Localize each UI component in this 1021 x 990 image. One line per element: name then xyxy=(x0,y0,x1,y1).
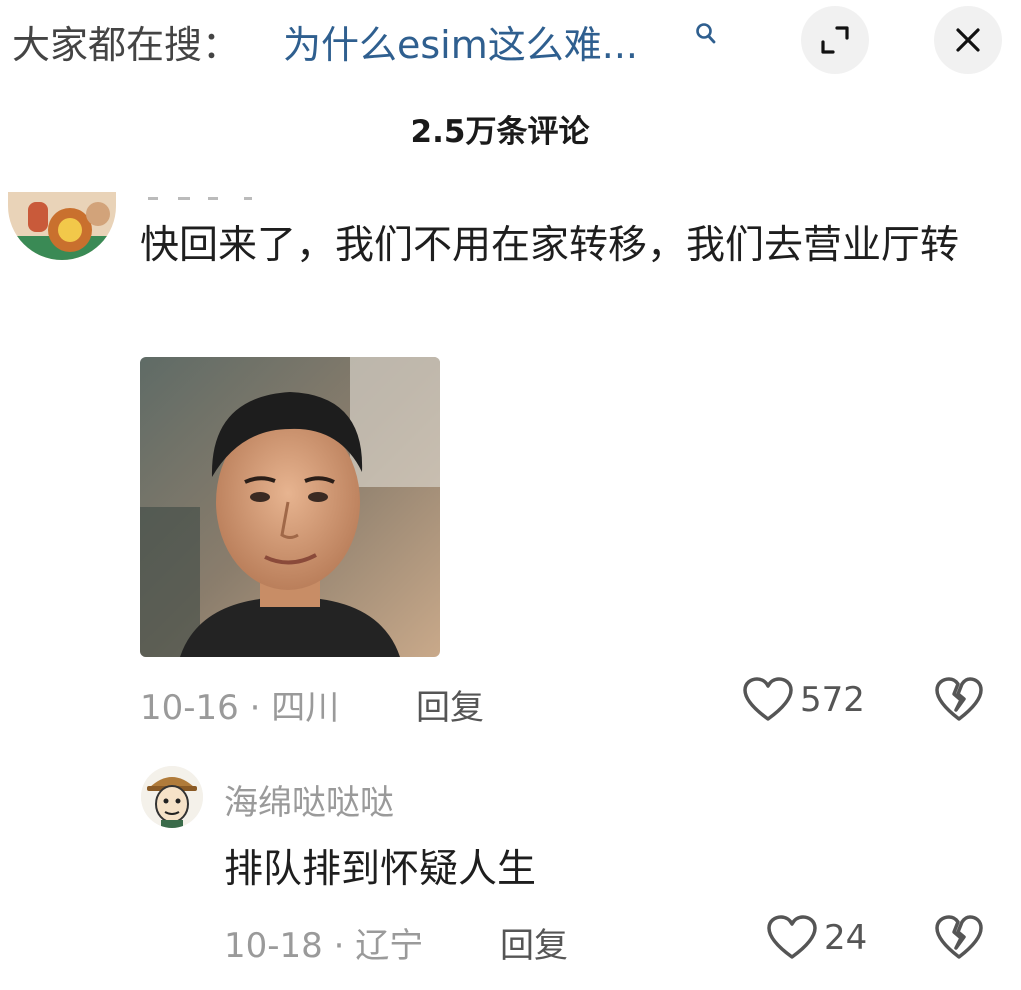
meta-separator: · xyxy=(249,688,261,728)
dislike-button[interactable] xyxy=(934,676,984,728)
broken-heart-icon xyxy=(935,915,983,959)
search-prefix: 大家都在搜： xyxy=(12,23,241,67)
reply-text: 排队排到怀疑人生 xyxy=(224,847,537,892)
reply-avatar[interactable] xyxy=(141,766,203,828)
like-count: 572 xyxy=(800,680,865,720)
close-button[interactable] xyxy=(934,6,1002,74)
username-cropped xyxy=(148,186,258,200)
reply-location: 辽宁 xyxy=(355,926,424,966)
close-icon xyxy=(956,28,980,52)
comment-text: 快回来了，我们不用在家转移，我们去营业厅转 xyxy=(140,223,960,268)
reply-reply-button[interactable]: 回复 xyxy=(500,918,568,967)
heart-icon xyxy=(767,915,817,959)
top-search-bar: 大家都在搜： 为什么esim这么难... xyxy=(0,0,1021,90)
avatar[interactable] xyxy=(8,192,116,260)
like-button[interactable]: 572 xyxy=(742,676,865,724)
comment-location: 四川 xyxy=(271,688,340,728)
reply-username[interactable]: 海绵哒哒哒 xyxy=(224,775,394,824)
search-suggestion-link[interactable]: 为什么esim这么难... xyxy=(283,14,638,69)
comment-date: 10-16 · 四川 xyxy=(140,688,340,728)
meta-separator: · xyxy=(333,926,345,966)
search-icon[interactable] xyxy=(694,22,718,46)
comments-count-title: 2.5万条评论 xyxy=(410,114,590,150)
expand-icon xyxy=(821,26,849,54)
reply-button[interactable]: 回复 xyxy=(416,680,484,729)
reply-like-count: 24 xyxy=(824,918,868,958)
broken-heart-icon xyxy=(935,677,983,721)
heart-icon xyxy=(743,677,793,721)
reply-like-button[interactable]: 24 xyxy=(766,914,867,962)
comment-meme-image[interactable] xyxy=(140,357,440,657)
expand-button[interactable] xyxy=(801,6,869,74)
reply-dislike-button[interactable] xyxy=(934,914,984,966)
reply-date: 10-18 · 辽宁 xyxy=(224,926,424,966)
